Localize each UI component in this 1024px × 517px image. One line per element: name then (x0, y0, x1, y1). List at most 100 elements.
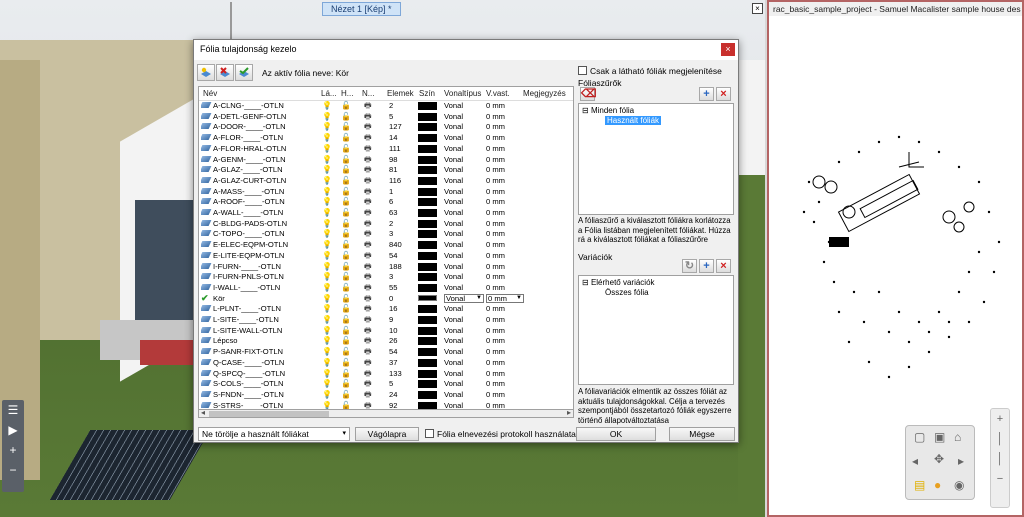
printer-icon[interactable]: 🖶 (364, 315, 376, 324)
row-color-swatch[interactable] (418, 241, 437, 250)
lock-icon[interactable]: 🔓 (341, 122, 351, 131)
table-row[interactable]: Q-CASE-____-OTLN 💡 🔓 🖶 37 Vonal 0 mm (199, 358, 573, 367)
table-row[interactable]: S-FNDN-____-OTLN 💡 🔓 🖶 24 Vonal 0 mm (199, 390, 573, 399)
row-color-swatch[interactable] (418, 187, 437, 196)
lock-icon[interactable]: 🔓 (341, 144, 351, 153)
row-linetype[interactable]: Vonal (444, 122, 484, 131)
delete-layer-button[interactable] (216, 64, 234, 81)
delete-mode-select[interactable]: Ne törölje a használt fóliákat ▾ (198, 427, 350, 441)
row-linewidth[interactable]: 0 mm (486, 251, 526, 260)
lock-icon[interactable]: 🔓 (341, 229, 351, 238)
table-row[interactable]: L-PLNT-____-OTLN 💡 🔓 🖶 16 Vonal 0 mm (199, 304, 573, 314)
row-linetype[interactable]: Vonal (444, 144, 484, 153)
row-color-swatch[interactable] (418, 294, 437, 301)
bulb-icon[interactable]: 💡 (322, 390, 332, 399)
row-color-swatch[interactable] (418, 198, 437, 207)
printer-icon[interactable]: 🖶 (364, 208, 376, 217)
layers-menu-icon[interactable]: ☰ (2, 400, 24, 420)
bulb-icon[interactable]: 💡 (322, 229, 332, 238)
zoom-out-icon[interactable]: − (2, 460, 24, 480)
printer-icon[interactable]: 🖶 (364, 187, 376, 196)
dialog-close-icon[interactable]: × (721, 43, 735, 56)
row-color-swatch[interactable] (418, 251, 437, 260)
row-linewidth[interactable]: 0 mm (486, 229, 526, 238)
printer-icon[interactable]: 🖶 (364, 144, 376, 153)
row-linewidth[interactable]: 0 mm (486, 187, 526, 196)
row-linetype[interactable]: Vonal (444, 336, 484, 345)
row-linewidth[interactable]: 0 mm (486, 304, 526, 313)
bulb-icon[interactable]: 💡 (322, 112, 332, 121)
refresh-variation-button[interactable]: ↻ (682, 259, 697, 273)
col-locked[interactable]: H... (341, 89, 353, 98)
row-color-swatch[interactable] (418, 305, 437, 314)
printer-icon[interactable]: 🖶 (364, 390, 376, 399)
row-linewidth[interactable]: 0 mm (486, 369, 526, 378)
lock-icon[interactable]: 🔓 (341, 379, 351, 388)
filter-tree-root[interactable]: ⊟ Minden fólia (582, 106, 634, 115)
lock-icon[interactable]: 🔓 (341, 251, 351, 260)
row-linewidth[interactable]: 0 mm (486, 122, 526, 131)
table-row[interactable]: A-FLOR-HRAL-OTLN 💡 🔓 🖶 111 Vonal 0 mm (199, 144, 573, 153)
delete-variation-button[interactable]: × (716, 259, 731, 273)
table-row[interactable]: I-FURN-____-OTLN 💡 🔓 🖶 188 Vonal 0 mm (199, 262, 573, 271)
bulb-icon[interactable]: 💡 (322, 262, 332, 271)
row-color-swatch[interactable] (418, 348, 437, 357)
row-linetype[interactable]: Vonal (444, 326, 484, 335)
table-row[interactable]: E-LITE-EQPM-OTLN 💡 🔓 🖶 54 Vonal 0 mm (199, 251, 573, 260)
row-linetype[interactable]: Vonal (444, 390, 484, 399)
row-color-swatch[interactable] (418, 219, 437, 228)
lock-icon[interactable]: 🔓 (341, 240, 351, 249)
row-linetype[interactable]: Vonal (444, 347, 484, 356)
printer-icon[interactable]: 🖶 (364, 133, 376, 142)
row-linewidth[interactable]: 0 mm (486, 272, 526, 281)
bulb-icon[interactable]: 💡 (322, 304, 332, 313)
bulb-icon[interactable]: 💡 (322, 240, 332, 249)
row-linewidth[interactable]: 0 mm (486, 208, 526, 217)
row-linewidth[interactable]: 0 mm (486, 144, 526, 153)
printer-icon[interactable]: 🖶 (364, 379, 376, 388)
scroll-left-icon[interactable]: ◂ (201, 408, 205, 417)
bulb-icon[interactable]: 💡 (322, 197, 332, 206)
bulb-icon[interactable]: 💡 (322, 122, 332, 131)
bulb-icon[interactable]: 💡 (322, 294, 332, 303)
zoom-minus-icon[interactable]: − (991, 469, 1009, 489)
row-linewidth[interactable]: 0 mm (486, 112, 526, 121)
lock-icon[interactable]: 🔓 (341, 294, 351, 303)
layer-settings-button[interactable] (235, 64, 253, 81)
row-color-swatch[interactable] (418, 155, 437, 164)
bulb-icon[interactable]: 💡 (322, 208, 332, 217)
row-color-swatch[interactable] (418, 358, 437, 367)
row-linetype[interactable]: Vonal (444, 315, 484, 324)
variation-tree-all-layers[interactable]: Összes fólia (605, 288, 649, 297)
row-linetype[interactable]: Vonal (444, 251, 484, 260)
row-linewidth[interactable]: 0 mm (486, 219, 526, 228)
col-print[interactable]: N... (362, 89, 374, 98)
printer-icon[interactable]: 🖶 (364, 347, 376, 356)
table-row[interactable]: A-GLAZ-____-OTLN 💡 🔓 🖶 81 Vonal 0 mm (199, 165, 573, 175)
row-linewidth[interactable]: 0 mm (486, 358, 526, 367)
col-elements[interactable]: Elemek (387, 89, 414, 98)
row-color-swatch[interactable] (418, 390, 437, 399)
row-color-swatch[interactable] (418, 166, 437, 175)
row-color-swatch[interactable] (418, 102, 437, 110)
printer-icon[interactable]: 🖶 (364, 229, 376, 238)
col-linetype[interactable]: Vonaltípus (444, 89, 481, 98)
table-row[interactable]: A-FLOR-____-OTLN 💡 🔓 🖶 14 Vonal 0 mm (199, 133, 573, 143)
row-linetype[interactable]: Vonal (444, 379, 484, 388)
bulb-icon[interactable]: 💡 (322, 165, 332, 174)
lock-icon[interactable]: 🔓 (341, 369, 351, 378)
table-row[interactable]: A-WALL-____-OTLN 💡 🔓 🖶 63 Vonal 0 mm (199, 208, 573, 217)
printer-icon[interactable]: 🖶 (364, 240, 376, 249)
col-visible[interactable]: Lá... (321, 89, 337, 98)
lock-icon[interactable]: 🔓 (341, 112, 351, 121)
table-row[interactable]: C-BLDG-PADS-OTLN 💡 🔓 🖶 2 Vonal 0 mm (199, 219, 573, 228)
row-linetype[interactable]: Vonal (444, 187, 484, 196)
ok-button[interactable]: OK (576, 427, 656, 441)
house-icon[interactable]: ⌂ (954, 430, 961, 444)
row-color-swatch[interactable] (418, 112, 437, 121)
linewidth-select[interactable]: 0 mm ▼ (486, 293, 524, 303)
zoom-slider[interactable]: + │ │ − (990, 408, 1010, 508)
row-color-swatch[interactable] (418, 380, 437, 389)
linetype-select[interactable]: Vonal ▼ (444, 293, 484, 303)
sun-icon[interactable]: ● (934, 478, 941, 492)
